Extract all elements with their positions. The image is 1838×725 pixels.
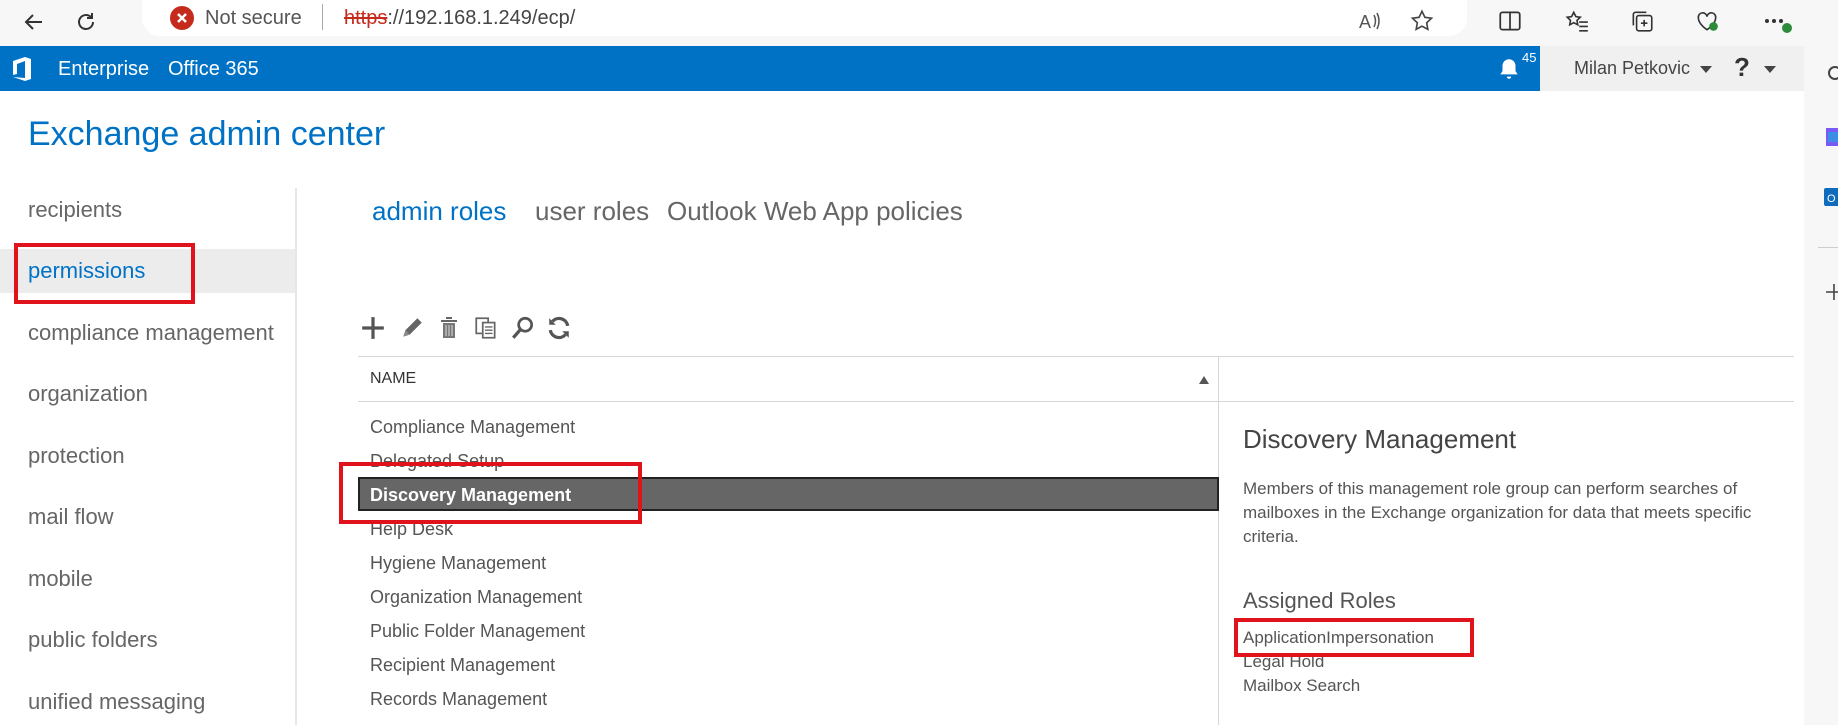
favorites-icon[interactable] [1560,4,1594,38]
url-scheme: https [344,7,388,29]
suite-tab-enterprise[interactable]: Enterprise [58,58,149,81]
read-aloud-icon[interactable]: A [1353,4,1387,38]
tab-outlook-web-app-policies[interactable]: Outlook Web App policies [667,196,963,227]
user-menu[interactable]: Milan Petkovic ? [1540,46,1804,91]
list-item[interactable]: Organization Management [358,580,1218,614]
list-item-label: Public Folder Management [370,621,586,641]
list-item-label: Records Management [370,689,548,709]
security-label[interactable]: Not secure [205,7,302,30]
user-caret-icon[interactable] [1700,66,1712,73]
not-secure-icon[interactable] [170,6,194,30]
notifications-button[interactable]: 45 [1488,46,1540,91]
sidebar-divider [1818,247,1838,248]
list-item[interactable]: Public Folder Management [358,614,1218,648]
address-separator [322,4,323,30]
highlight-discovery-management [339,462,642,524]
list-item[interactable]: Records Management [358,682,1218,716]
nav-item-mail-flow[interactable]: mail flow [0,495,295,539]
bell-icon [1496,56,1522,87]
url-path: ://192.168.1.249/ecp/ [387,7,576,29]
suite-header: Enterprise Office 365 45 Milan Petkovic … [0,46,1804,91]
copilot-icon[interactable] [1822,124,1838,155]
list-item-label: Compliance Management [370,417,576,437]
nav-item-label: recipients [28,197,123,222]
user-name[interactable]: Milan Petkovic [1574,58,1690,79]
nav-item-organization[interactable]: organization [0,372,295,416]
office-logo-icon[interactable] [0,46,43,91]
list-item[interactable]: Compliance Management [358,410,1218,444]
highlight-application-impersonation [1234,618,1474,657]
nav-item-label: protection [28,443,125,468]
svg-text:A: A [1359,12,1371,32]
browser-essentials-icon[interactable] [1690,4,1724,38]
collections-icon[interactable] [1625,4,1659,38]
highlight-permissions [14,243,195,304]
edit-icon[interactable] [398,314,426,342]
more-options-icon[interactable] [1760,4,1794,38]
search-icon[interactable] [509,314,537,342]
details-pane-divider [1218,357,1219,725]
column-header-name[interactable]: NAME [370,370,416,388]
favorite-star-icon[interactable] [1405,4,1439,38]
notification-count: 45 [1522,50,1537,65]
list-item-label: Recipient Management [370,655,556,675]
refresh-icon[interactable] [545,314,573,342]
tab-user-roles[interactable]: user roles [535,196,649,227]
url-text[interactable]: https://192.168.1.249/ecp/ [344,7,575,30]
nav-item-compliance-management[interactable]: compliance management [0,311,295,355]
nav-item-unified-messaging[interactable]: unified messaging [0,680,295,724]
outlook-icon[interactable]: O [1822,184,1838,215]
details-title: Discovery Management [1243,424,1517,454]
reload-icon[interactable] [68,4,104,40]
address-bar[interactable]: Not secure https://192.168.1.249/ecp/ A [142,0,1467,36]
add-sidebar-app-icon[interactable] [1822,282,1838,307]
list-item-label: Organization Management [370,587,583,607]
sort-ascending-icon[interactable] [1199,376,1209,384]
browser-toolbar: Not secure https://192.168.1.249/ecp/ A [0,0,1838,46]
tab-admin-roles[interactable]: admin roles [372,196,506,227]
nav-item-mobile[interactable]: mobile [0,557,295,601]
suite-tab-office-365[interactable]: Office 365 [168,58,259,81]
split-screen-icon[interactable] [1493,4,1527,38]
list-item-label: Hygiene Management [370,553,547,573]
list-top-border [358,356,1794,357]
browser-sidebar: O [1804,46,1838,725]
nav-item-label: compliance management [28,320,274,345]
sidebar-search-icon[interactable] [1822,64,1838,91]
nav-item-label: mail flow [28,504,114,529]
nav-item-label: organization [28,381,148,406]
assigned-roles-heading: Assigned Roles [1243,588,1396,613]
back-icon[interactable] [16,4,52,40]
add-icon[interactable] [359,314,387,342]
copy-icon[interactable] [472,314,500,342]
nav-item-label: mobile [28,566,93,591]
list-item[interactable]: Hygiene Management [358,546,1218,580]
nav-item-protection[interactable]: protection [0,434,295,478]
delete-icon[interactable] [435,314,463,342]
nav-item-public-folders[interactable]: public folders [0,618,295,662]
assigned-role-item: Mailbox Search [1243,676,1361,695]
details-description: Members of this management role group ca… [1243,479,1752,546]
nav-item-recipients[interactable]: recipients [0,188,295,232]
list-item[interactable]: Recipient Management [358,648,1218,682]
help-caret-icon[interactable] [1764,66,1776,73]
nav-item-label: unified messaging [28,689,206,714]
nav-divider [295,188,297,725]
help-button[interactable]: ? [1734,52,1750,83]
nav-item-label: public folders [28,627,158,652]
list-header-border [358,401,1794,402]
svg-text:O: O [1827,193,1836,205]
page-title: Exchange admin center [28,115,386,153]
